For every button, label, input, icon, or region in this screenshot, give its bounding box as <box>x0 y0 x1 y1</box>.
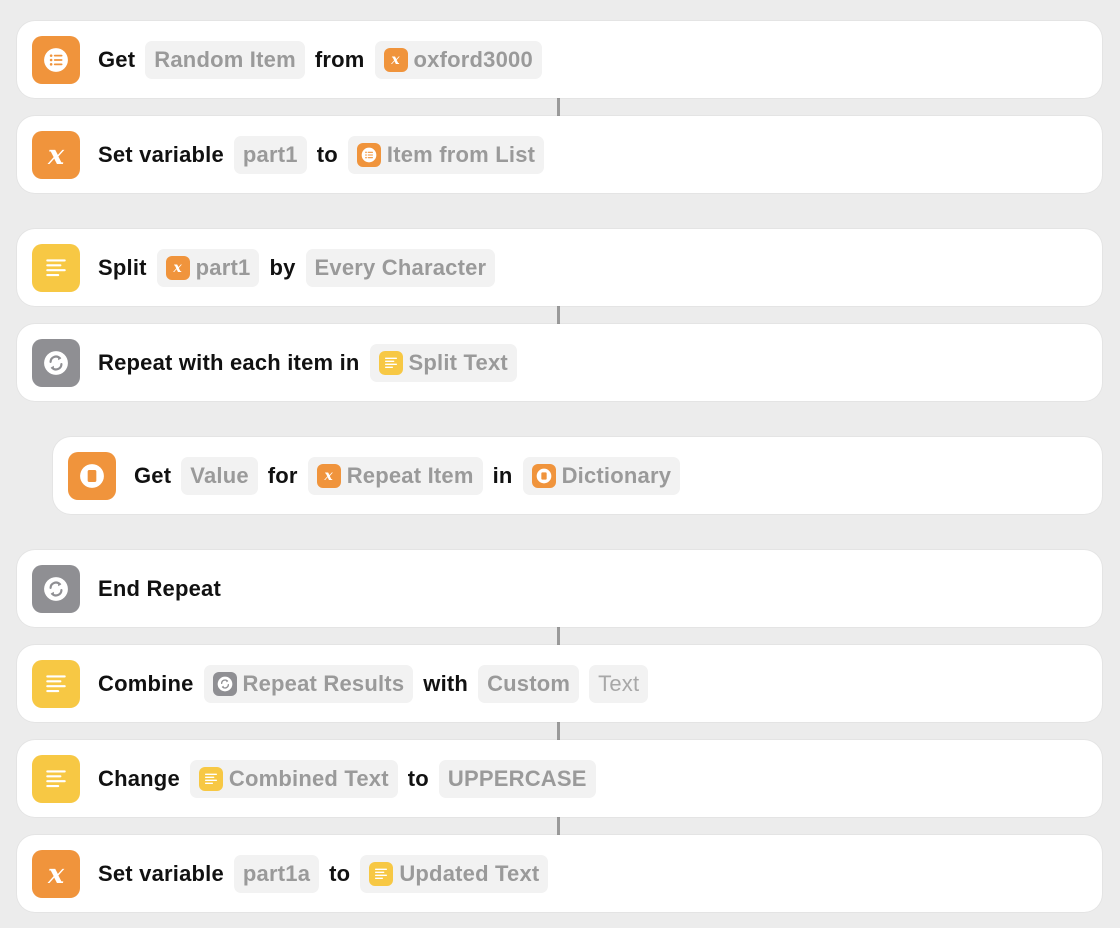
text-icon <box>32 660 80 708</box>
parameter-token[interactable]: Every Character <box>305 248 496 287</box>
action-keyword: to <box>407 765 429 791</box>
list-icon <box>32 36 80 84</box>
parameter-token[interactable]: Updated Text <box>360 854 549 893</box>
text-icon <box>32 244 80 292</box>
parameter-token[interactable]: Text <box>589 664 649 703</box>
action-card[interactable]: x Set variable part1a to Updated Text <box>17 835 1102 912</box>
action-keyword: with <box>423 670 469 696</box>
parameter-token[interactable]: Item from List <box>347 135 545 174</box>
parameter-label: Dictionary <box>561 462 672 488</box>
action-summary: End Repeat <box>98 550 221 627</box>
parameter-label: Repeat Results <box>242 670 405 696</box>
variable-icon: x <box>383 47 408 72</box>
action-card[interactable]: Get Value for x Repeat Item in Dictionary <box>53 437 1102 514</box>
text-icon <box>369 861 394 886</box>
action-card[interactable]: Combine Repeat Results with Custom Text <box>17 645 1102 722</box>
action-keyword: to <box>316 141 338 167</box>
parameter-label: Custom <box>487 670 571 696</box>
action-connector <box>557 817 560 835</box>
parameter-token[interactable]: x oxford3000 <box>374 40 542 79</box>
action-summary: Set variable part1a to Updated Text <box>98 835 549 912</box>
action-card[interactable]: Change Combined Text to UPPERCASE <box>17 740 1102 817</box>
variable-icon: x <box>316 463 341 488</box>
parameter-label: Updated Text <box>399 860 540 886</box>
parameter-label: Repeat Item <box>346 462 474 488</box>
action-card[interactable]: Split x part1 by Every Character <box>17 229 1102 306</box>
parameter-token[interactable]: Repeat Results <box>203 664 414 703</box>
action-keyword: End Repeat <box>98 575 222 601</box>
action-summary: Get Random Item from x oxford3000 <box>98 21 542 98</box>
action-keyword: Combine <box>98 670 194 696</box>
parameter-label: Split Text <box>408 349 508 375</box>
action-keyword: Repeat with each item in <box>98 349 360 375</box>
variable-icon: x <box>32 131 80 179</box>
parameter-token[interactable]: UPPERCASE <box>438 759 596 798</box>
action-connector <box>557 306 560 324</box>
parameter-token[interactable]: Custom <box>478 664 580 703</box>
action-summary: Get Value for x Repeat Item in Dictionary <box>134 437 681 514</box>
action-keyword: to <box>329 860 351 886</box>
action-keyword: by <box>269 254 296 280</box>
parameter-label: Text <box>598 670 640 696</box>
parameter-label: part1a <box>242 860 311 886</box>
action-keyword: Get <box>98 46 136 72</box>
parameter-label: UPPERCASE <box>447 765 587 791</box>
action-card[interactable]: Get Random Item from x oxford3000 <box>17 21 1102 98</box>
parameter-token[interactable]: Dictionary <box>522 456 681 495</box>
action-keyword: Get <box>134 462 172 488</box>
action-card[interactable]: Repeat with each item in Split Text <box>17 324 1102 401</box>
action-summary: Split x part1 by Every Character <box>98 229 496 306</box>
repeat-icon <box>32 339 80 387</box>
variable-icon: x <box>32 850 80 898</box>
repeat-icon <box>32 565 80 613</box>
text-icon <box>198 766 223 791</box>
action-keyword: from <box>314 46 365 72</box>
parameter-label: Random Item <box>154 46 296 72</box>
text-icon <box>378 350 403 375</box>
parameter-label: Combined Text <box>228 765 389 791</box>
action-summary: Change Combined Text to UPPERCASE <box>98 740 596 817</box>
parameter-label: Value <box>190 462 249 488</box>
parameter-token[interactable]: Random Item <box>145 40 305 79</box>
repeat-icon <box>212 671 237 696</box>
parameter-token[interactable]: Value <box>181 456 258 495</box>
dictionary-icon <box>531 463 556 488</box>
parameter-token[interactable]: x Repeat Item <box>307 456 483 495</box>
variable-icon: x <box>165 255 190 280</box>
parameter-label: oxford3000 <box>413 46 533 72</box>
action-keyword: Set variable <box>98 860 224 886</box>
parameter-label: Every Character <box>314 254 487 280</box>
action-card[interactable]: End Repeat <box>17 550 1102 627</box>
parameter-label: part1 <box>195 254 251 280</box>
action-card[interactable]: x Set variable part1 to Item from List <box>17 116 1102 193</box>
action-connector <box>557 98 560 116</box>
action-summary: Set variable part1 to Item from List <box>98 116 545 193</box>
action-keyword: Change <box>98 765 180 791</box>
parameter-token[interactable]: Combined Text <box>189 759 398 798</box>
action-keyword: in <box>492 462 513 488</box>
parameter-token[interactable]: part1 <box>233 135 307 174</box>
action-summary: Combine Repeat Results with Custom Text <box>98 645 649 722</box>
list-icon <box>356 142 381 167</box>
action-keyword: Split <box>98 254 147 280</box>
action-connector <box>557 627 560 645</box>
parameter-label: Item from List <box>386 141 536 167</box>
dictionary-icon <box>68 452 116 500</box>
parameter-token[interactable]: part1a <box>233 854 320 893</box>
action-keyword: Set variable <box>98 141 224 167</box>
parameter-token[interactable]: x part1 <box>156 248 260 287</box>
action-keyword: for <box>267 462 298 488</box>
text-icon <box>32 755 80 803</box>
action-connector <box>557 722 560 740</box>
action-summary: Repeat with each item in Split Text <box>98 324 517 401</box>
parameter-label: part1 <box>242 141 298 167</box>
parameter-token[interactable]: Split Text <box>369 343 517 382</box>
